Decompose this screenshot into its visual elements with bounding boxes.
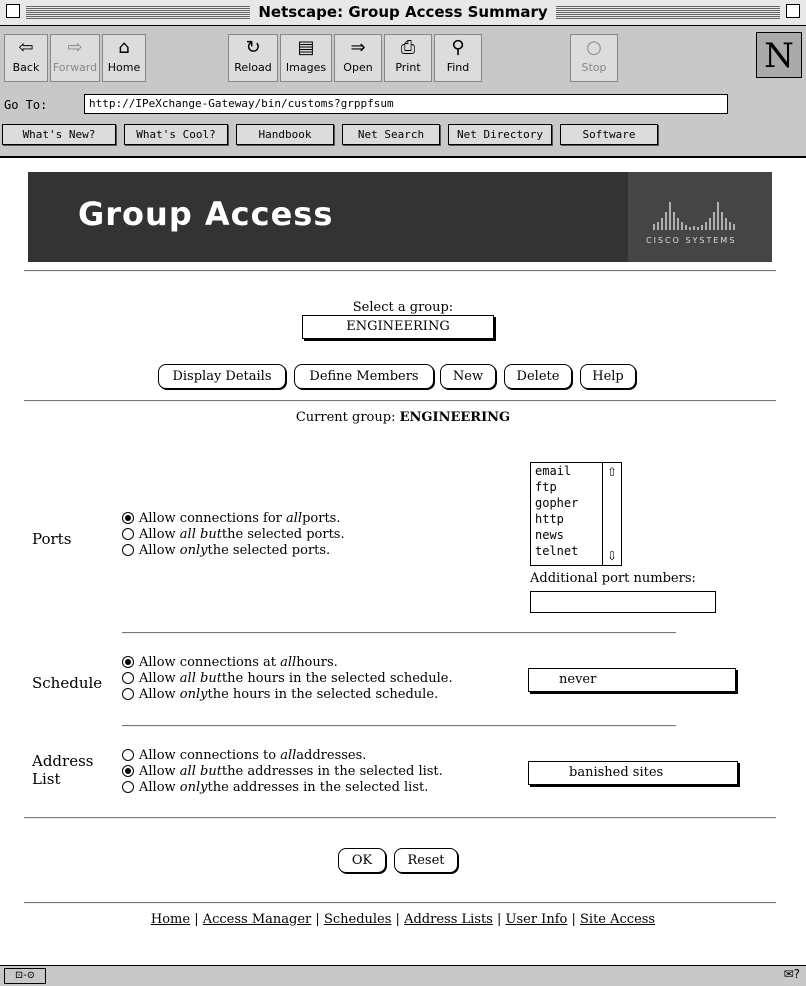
address-option-all[interactable]: Allow connections to alladdresses. xyxy=(122,748,366,764)
new-button[interactable]: New xyxy=(440,364,496,389)
window-title-bar[interactable]: Netscape: Group Access Summary xyxy=(0,0,806,26)
radio-button[interactable] xyxy=(122,528,134,540)
home-icon: ⌂ xyxy=(118,37,130,58)
schedule-option-all-but[interactable]: Allow all butthe hours in the selected s… xyxy=(122,671,453,687)
footer-link-address-lists[interactable]: Address Lists xyxy=(404,912,493,927)
address-option-all-but[interactable]: Allow all butthe addresses in the select… xyxy=(122,764,443,780)
additional-ports-label: Additional port numbers: xyxy=(530,571,696,586)
images-button[interactable]: ▤ Images xyxy=(280,34,332,82)
cisco-logo-text: CISCO SYSTEMS xyxy=(646,236,737,245)
whats-cool-button[interactable]: What's Cool? xyxy=(124,124,228,145)
radio-button[interactable] xyxy=(122,765,134,777)
reload-button[interactable]: ↻ Reload xyxy=(228,34,278,82)
reload-icon: ↻ xyxy=(245,37,261,58)
divider xyxy=(24,270,776,272)
browser-chrome: ⇦ Back ⇨ Forward ⌂ Home ↻ Reload ▤ Images ⇒ Op… xyxy=(0,26,806,158)
footer-link-user-info[interactable]: User Info xyxy=(506,912,568,927)
divider xyxy=(24,400,776,402)
footer-link-access-manager[interactable]: Access Manager xyxy=(203,912,312,927)
mail-icon[interactable]: ✉? xyxy=(784,967,800,981)
back-button[interactable]: ⇦ Back xyxy=(4,34,48,82)
footer-link-site-access[interactable]: Site Access xyxy=(580,912,655,927)
stop-button[interactable]: ○ Stop xyxy=(570,34,618,82)
group-select[interactable]: ENGINEERING xyxy=(302,315,494,339)
netscape-logo[interactable]: N xyxy=(756,32,802,78)
radio-button[interactable] xyxy=(122,749,134,761)
home-button[interactable]: ⌂ Home xyxy=(102,34,146,82)
current-group: Current group: ENGINEERING xyxy=(295,410,511,425)
scroll-down-icon[interactable]: ⇩ xyxy=(604,548,620,564)
schedule-select[interactable]: never xyxy=(528,668,736,692)
additional-ports-input[interactable] xyxy=(530,591,716,613)
delete-button[interactable]: Delete xyxy=(504,364,572,389)
ports-option-all[interactable]: Allow connections for allports. xyxy=(122,511,340,527)
footer-link-home[interactable]: Home xyxy=(151,912,190,927)
security-key-icon[interactable]: ⊡-⊙ xyxy=(4,968,46,984)
select-group-label: Select a group: xyxy=(352,300,454,315)
whats-new-button[interactable]: What's New? xyxy=(2,124,116,145)
scrollbar[interactable]: ⇧ ⇩ xyxy=(602,463,621,565)
software-button[interactable]: Software xyxy=(560,124,658,145)
zoom-box[interactable] xyxy=(786,4,800,18)
divider xyxy=(24,902,776,904)
radio-button[interactable] xyxy=(122,781,134,793)
ports-label: Ports xyxy=(32,530,72,548)
group-access-banner: Group Access CISCO SYSTEMS xyxy=(28,172,772,262)
find-button[interactable]: ⚲ Find xyxy=(434,34,482,82)
cisco-logo: CISCO SYSTEMS xyxy=(628,172,772,262)
forward-icon: ⇨ xyxy=(67,37,83,58)
scroll-up-icon[interactable]: ⇧ xyxy=(604,464,620,480)
radio-button[interactable] xyxy=(122,512,134,524)
cisco-bridge-icon xyxy=(653,202,735,230)
divider xyxy=(122,725,676,727)
schedule-option-all[interactable]: Allow connections at allhours. xyxy=(122,655,338,671)
help-button[interactable]: Help xyxy=(580,364,636,389)
radio-button[interactable] xyxy=(122,672,134,684)
banner-title: Group Access xyxy=(78,195,334,233)
net-directory-button[interactable]: Net Directory xyxy=(448,124,552,145)
print-button[interactable]: ⎙ Print xyxy=(384,34,432,82)
print-icon: ⎙ xyxy=(400,37,416,58)
footer-nav: Home | Access Manager | Schedules | Addr… xyxy=(150,912,656,927)
find-icon: ⚲ xyxy=(451,37,465,58)
divider xyxy=(122,632,676,634)
current-group-value: ENGINEERING xyxy=(399,410,511,425)
ok-button[interactable]: OK xyxy=(338,848,386,873)
forward-button[interactable]: ⇨ Forward xyxy=(50,34,100,82)
radio-button[interactable] xyxy=(122,688,134,700)
radio-button[interactable] xyxy=(122,544,134,556)
open-icon: ⇒ xyxy=(350,37,366,58)
address-list-select[interactable]: banished sites xyxy=(528,761,738,785)
status-bar: ⊡-⊙ ✉? xyxy=(0,965,806,986)
go-to-label: Go To: xyxy=(4,98,48,112)
net-search-button[interactable]: Net Search xyxy=(342,124,440,145)
schedule-label: Schedule xyxy=(32,674,103,692)
schedule-option-only[interactable]: Allow onlythe hours in the selected sche… xyxy=(122,687,438,703)
define-members-button[interactable]: Define Members xyxy=(294,364,434,389)
handbook-button[interactable]: Handbook xyxy=(236,124,334,145)
images-icon: ▤ xyxy=(297,37,315,58)
display-details-button[interactable]: Display Details xyxy=(158,364,286,389)
ports-list[interactable]: email ftp gopher http news telnet ⇧ ⇩ xyxy=(530,462,622,566)
reset-button[interactable]: Reset xyxy=(394,848,458,873)
stop-icon: ○ xyxy=(586,37,602,58)
open-button[interactable]: ⇒ Open xyxy=(334,34,382,82)
back-icon: ⇦ xyxy=(18,37,34,58)
ports-option-only[interactable]: Allow onlythe selected ports. xyxy=(122,543,330,559)
address-option-only[interactable]: Allow onlythe addresses in the selected … xyxy=(122,780,428,796)
radio-button[interactable] xyxy=(122,656,134,668)
url-field[interactable]: http://IPeXchange-Gateway/bin/customs?gr… xyxy=(84,94,728,114)
window-title: Netscape: Group Access Summary xyxy=(250,3,556,21)
divider xyxy=(24,817,776,819)
footer-link-schedules[interactable]: Schedules xyxy=(324,912,391,927)
ports-option-all-but[interactable]: Allow all butthe selected ports. xyxy=(122,527,345,543)
address-list-label: Address List xyxy=(32,752,94,788)
